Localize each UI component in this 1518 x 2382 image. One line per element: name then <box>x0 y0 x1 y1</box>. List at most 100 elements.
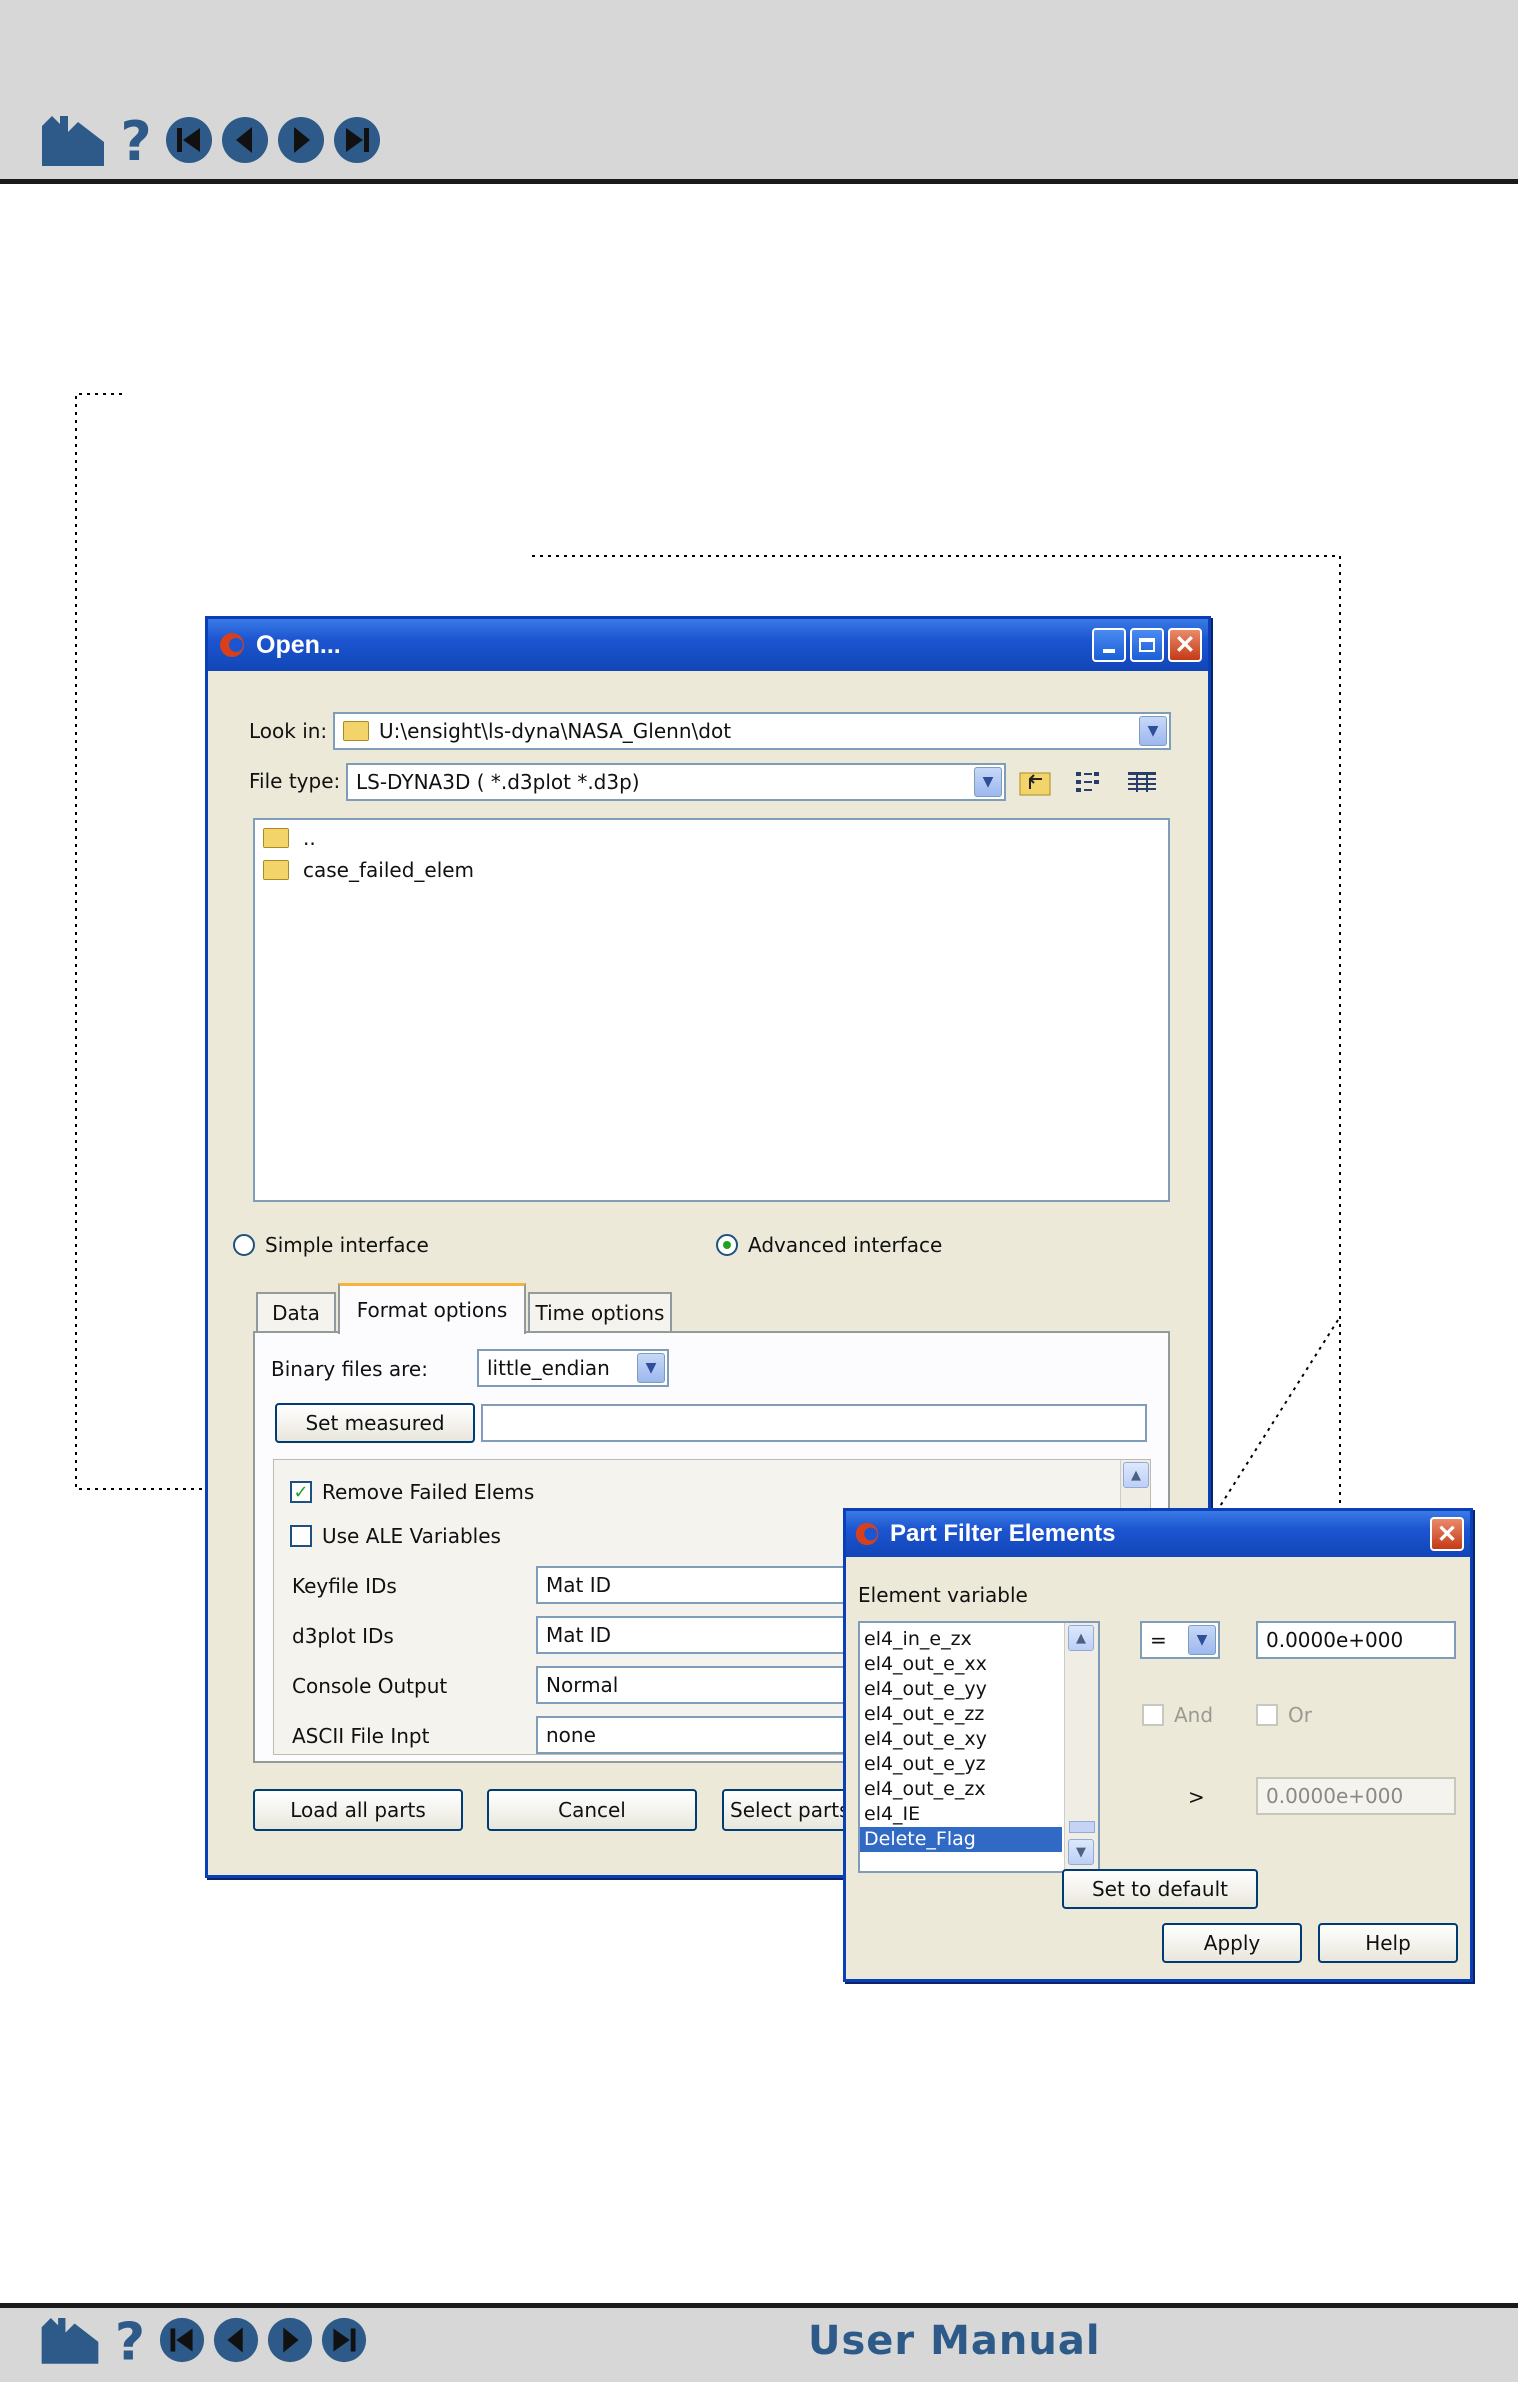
simple-interface-label: Simple interface <box>265 1233 429 1257</box>
tab-time-options[interactable]: Time options <box>528 1292 672 1332</box>
set-measured-button[interactable]: Set measured <box>275 1403 475 1443</box>
app-logo-icon <box>220 633 244 657</box>
advanced-interface-radio[interactable]: Advanced interface <box>716 1233 942 1257</box>
cancel-button[interactable]: Cancel <box>487 1789 697 1831</box>
folder-icon <box>343 721 369 741</box>
part-filter-title: Part Filter Elements <box>890 1520 1116 1547</box>
look-in-select[interactable]: U:\ensight\ls-dyna\NASA_Glenn\dot ▼ <box>333 712 1171 750</box>
chevron-down-icon[interactable]: ▼ <box>974 767 1002 797</box>
greater-than-value-input[interactable]: 0.0000e+000 <box>1256 1777 1456 1815</box>
ascii-file-input-value: none <box>546 1723 596 1747</box>
tab-format-options-label: Format options <box>356 1298 508 1322</box>
chevron-down-icon[interactable]: ▼ <box>637 1353 665 1383</box>
open-dialog-title: Open... <box>256 630 341 659</box>
file-type-select[interactable]: LS-DYNA3D ( *.d3plot *.d3p) ▼ <box>346 763 1006 801</box>
chevron-down-icon[interactable]: ▼ <box>1188 1625 1216 1655</box>
cancel-label: Cancel <box>558 1798 626 1822</box>
apply-label: Apply <box>1203 1931 1261 1955</box>
console-output-label: Console Output <box>292 1674 448 1698</box>
up-folder-icon[interactable] <box>1018 767 1052 801</box>
checkbox-unchecked[interactable] <box>1256 1704 1278 1726</box>
list-item[interactable]: el4_in_e_zx <box>860 1627 1062 1652</box>
list-item[interactable]: el4_out_e_zx <box>860 1777 1062 1802</box>
list-view-icon[interactable] <box>1074 769 1106 799</box>
set-measured-label: Set measured <box>305 1411 445 1435</box>
element-variable-list[interactable]: el4_in_e_zx el4_out_e_xx el4_out_e_yy el… <box>858 1621 1100 1873</box>
tab-format-options[interactable]: Format options <box>338 1283 526 1334</box>
part-filter-dialog: Part Filter Elements ✕ Element variable … <box>843 1508 1473 1982</box>
operator-select[interactable]: = ▼ <box>1140 1621 1220 1659</box>
or-checkbox[interactable]: Or <box>1256 1703 1312 1727</box>
binary-files-select[interactable]: little_endian ▼ <box>477 1349 669 1387</box>
list-item-selected[interactable]: Delete_Flag <box>860 1827 1062 1852</box>
tab-data[interactable]: Data <box>256 1292 336 1332</box>
close-icon[interactable]: ✕ <box>1168 628 1202 662</box>
list-item[interactable]: el4_out_e_yy <box>860 1677 1062 1702</box>
file-item[interactable]: .. <box>263 826 316 850</box>
checkbox-unchecked[interactable] <box>1142 1704 1164 1726</box>
greater-than-symbol: > <box>1188 1785 1205 1809</box>
scroll-thumb[interactable] <box>1069 1821 1095 1833</box>
list-item[interactable]: el4_out_e_zz <box>860 1702 1062 1727</box>
radio-button[interactable] <box>233 1234 255 1256</box>
scroll-down-icon[interactable]: ▼ <box>1068 1839 1094 1865</box>
list-item[interactable]: el4_IE <box>860 1802 1062 1827</box>
remove-failed-checkbox[interactable]: ✓ Remove Failed Elems <box>290 1480 534 1504</box>
measured-file-input[interactable] <box>481 1404 1147 1442</box>
folder-icon <box>263 828 289 848</box>
file-type-value: LS-DYNA3D ( *.d3plot *.d3p) <box>356 770 640 794</box>
use-ale-checkbox[interactable]: Use ALE Variables <box>290 1524 501 1548</box>
list-item[interactable]: el4_out_e_xx <box>860 1652 1062 1677</box>
advanced-interface-label: Advanced interface <box>748 1233 943 1257</box>
next-page-icon[interactable] <box>266 2316 314 2364</box>
detail-view-icon[interactable] <box>1126 769 1158 799</box>
and-label: And <box>1174 1703 1214 1727</box>
chevron-down-icon[interactable]: ▼ <box>1139 716 1167 746</box>
first-page-icon[interactable] <box>158 2316 206 2364</box>
minimize-icon[interactable] <box>1092 628 1126 662</box>
open-dialog-titlebar[interactable]: Open... ✕ <box>208 619 1208 671</box>
scroll-up-icon[interactable]: ▲ <box>1123 1462 1149 1488</box>
keyfile-ids-label: Keyfile IDs <box>292 1574 397 1598</box>
radio-button[interactable] <box>716 1234 738 1256</box>
or-label: Or <box>1288 1703 1312 1727</box>
part-filter-titlebar[interactable]: Part Filter Elements ✕ <box>846 1511 1470 1557</box>
file-item[interactable]: case_failed_elem <box>263 858 474 882</box>
load-all-parts-button[interactable]: Load all parts <box>253 1789 463 1831</box>
app-logo-icon <box>855 1522 879 1546</box>
d3plot-ids-value: Mat ID <box>546 1623 612 1647</box>
operator-value: = <box>1150 1628 1167 1652</box>
binary-files-label: Binary files are: <box>271 1357 428 1381</box>
greater-than-value: 0.0000e+000 <box>1266 1784 1404 1808</box>
filter-value-input[interactable]: 0.0000e+000 <box>1256 1621 1456 1659</box>
apply-button[interactable]: Apply <box>1162 1923 1302 1963</box>
binary-files-value: little_endian <box>487 1356 610 1380</box>
list-item[interactable]: el4_out_e_yz <box>860 1752 1062 1777</box>
set-to-default-label: Set to default <box>1091 1877 1228 1901</box>
prev-page-icon[interactable] <box>212 2316 260 2364</box>
file-list[interactable]: .. case_failed_elem <box>253 818 1170 1202</box>
look-in-label: Look in: <box>249 719 328 743</box>
list-item[interactable]: el4_out_e_xy <box>860 1727 1062 1752</box>
folder-icon <box>263 860 289 880</box>
maximize-icon[interactable] <box>1130 628 1164 662</box>
help-icon[interactable]: ? <box>108 2313 152 2367</box>
close-icon[interactable]: ✕ <box>1430 1517 1464 1551</box>
element-variable-label: Element variable <box>858 1583 1028 1607</box>
footer-nav: ? <box>38 2313 368 2367</box>
ascii-file-input-label: ASCII File Inpt <box>292 1724 430 1748</box>
filter-value: 0.0000e+000 <box>1266 1628 1404 1652</box>
help-button[interactable]: Help <box>1318 1923 1458 1963</box>
checkbox-checked[interactable]: ✓ <box>290 1481 312 1503</box>
d3plot-ids-label: d3plot IDs <box>292 1624 394 1648</box>
file-type-label: File type: <box>249 769 341 793</box>
home-icon[interactable] <box>38 2313 102 2367</box>
file-item-label: case_failed_elem <box>303 858 475 882</box>
and-checkbox[interactable]: And <box>1142 1703 1213 1727</box>
simple-interface-radio[interactable]: Simple interface <box>233 1233 429 1257</box>
checkbox-unchecked[interactable] <box>290 1525 312 1547</box>
set-to-default-button[interactable]: Set to default <box>1062 1869 1258 1909</box>
variable-list-scrollbar[interactable]: ▲ ▼ <box>1064 1623 1098 1871</box>
last-page-icon[interactable] <box>320 2316 368 2364</box>
scroll-up-icon[interactable]: ▲ <box>1068 1625 1094 1651</box>
